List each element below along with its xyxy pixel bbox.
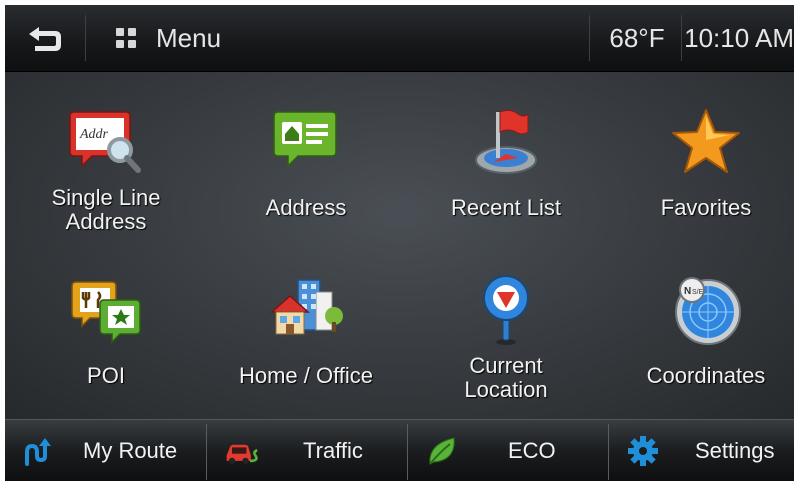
my-route-button[interactable]: My Route — [5, 420, 205, 481]
tile-poi[interactable]: POI — [8, 250, 204, 420]
top-bar: Menu 68°F 10:10 AM — [5, 5, 794, 72]
svg-text:N: N — [684, 286, 691, 297]
settings-button[interactable]: Settings — [609, 420, 794, 481]
menu-grid: Addr Single Line Address Address Recent … — [5, 72, 794, 420]
tile-label: Single Line Address — [51, 185, 161, 234]
traffic-label: Traffic — [303, 438, 363, 463]
tile-label: Coordinates — [646, 363, 766, 388]
back-button[interactable] — [5, 5, 85, 71]
location-pin-icon — [483, 275, 529, 345]
route-icon — [25, 438, 51, 466]
tile-address[interactable]: Address — [208, 82, 404, 252]
grid-icon — [116, 28, 136, 48]
tile-label: Current Location — [464, 353, 548, 402]
tile-current-location[interactable]: Current Location — [408, 250, 604, 420]
eco-button[interactable]: ECO — [408, 420, 608, 481]
star-icon — [672, 109, 740, 173]
poi-icon — [71, 281, 141, 344]
home-address-icon — [273, 111, 337, 168]
bottom-bar: My Route Traffic ECO Settings — [5, 419, 794, 481]
svg-text:S/E: S/E — [692, 289, 704, 296]
traffic-button[interactable]: Traffic — [207, 420, 407, 481]
tile-label: POI — [87, 363, 125, 388]
tile-label: Address — [265, 195, 347, 220]
tile-label: Recent List — [450, 195, 562, 220]
menu-button[interactable]: Menu — [86, 5, 286, 71]
flag-compass-icon — [475, 109, 537, 174]
tile-favorites[interactable]: Favorites — [608, 82, 794, 252]
my-route-label: My Route — [83, 438, 178, 463]
menu-label: Menu — [156, 22, 222, 53]
tile-label: Home / Office — [238, 363, 374, 388]
tile-label: Favorites — [660, 195, 752, 220]
back-arrow-icon — [29, 27, 61, 51]
eco-label: ECO — [508, 438, 556, 463]
nav-screen: Menu 68°F 10:10 AM Addr Single Line Addre… — [5, 5, 794, 481]
divider — [589, 15, 590, 61]
address-card-search-icon: Addr — [69, 111, 141, 173]
tile-recent-list[interactable]: Recent List — [408, 82, 604, 252]
clock: 10:10 AM — [684, 23, 794, 53]
buildings-icon — [270, 279, 343, 335]
leaf-icon — [429, 437, 455, 465]
gear-icon — [628, 436, 658, 466]
traffic-car-icon — [226, 444, 258, 465]
settings-label: Settings — [695, 438, 775, 463]
temperature: 68°F — [609, 23, 665, 53]
coordinates-radar-icon: N S/E — [675, 277, 741, 345]
svg-text:Addr: Addr — [79, 127, 109, 142]
tile-home-office[interactable]: Home / Office — [208, 250, 404, 420]
tile-coordinates[interactable]: N S/E Coordinates — [608, 250, 794, 420]
tile-single-line-address[interactable]: Addr Single Line Address — [8, 82, 204, 252]
